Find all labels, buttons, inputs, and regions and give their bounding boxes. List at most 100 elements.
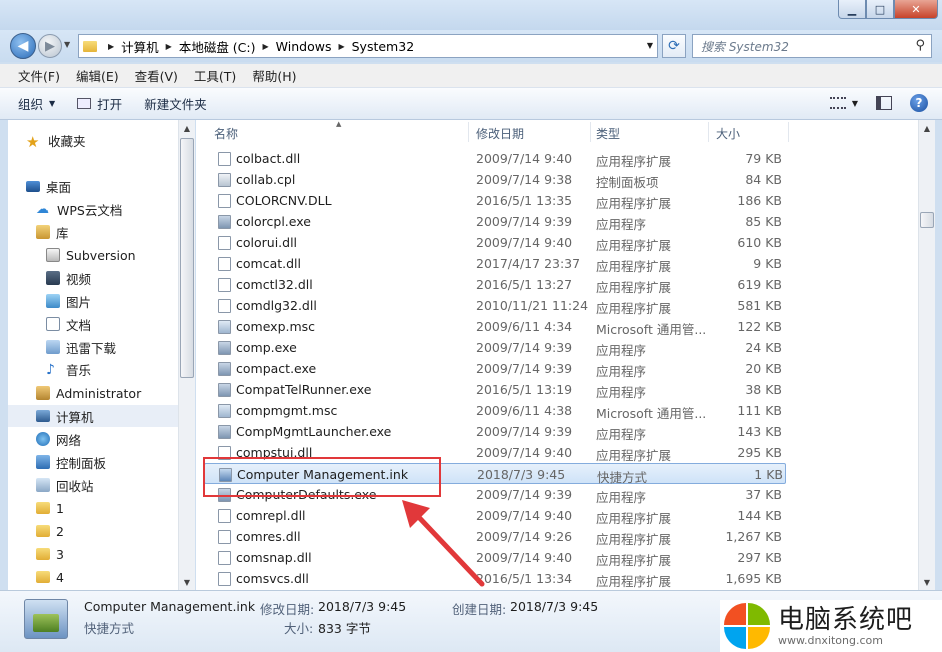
file-type: 应用程序 <box>596 427 647 442</box>
nav-item[interactable]: 图片 <box>8 290 91 312</box>
nav-item[interactable]: 网络 <box>8 428 81 450</box>
menu-item[interactable]: 编辑(E) <box>68 64 127 87</box>
scroll-up-icon[interactable]: ▲ <box>179 120 195 136</box>
nav-item[interactable]: 库 <box>8 221 69 243</box>
nav-item[interactable]: 控制面板 <box>8 451 106 473</box>
menu-item[interactable]: 工具(T) <box>186 64 244 87</box>
address-bar[interactable]: ▶ 计算机 ▶ 本地磁盘 (C:) ▶ Windows ▶ System32 ▼ <box>78 34 658 58</box>
breadcrumb-item[interactable]: System32 <box>352 39 415 54</box>
file-row[interactable]: collab.cpl 2009/7/14 9:38 控制面板项 84 KB <box>204 169 784 190</box>
column-divider[interactable] <box>468 122 469 142</box>
column-type[interactable]: 类型 <box>596 125 620 142</box>
nav-item[interactable]: ♪ 音乐 <box>8 358 91 380</box>
search-input[interactable]: 搜索 System32 ⚲ <box>692 34 932 58</box>
file-size: 297 KB <box>737 550 782 565</box>
breadcrumb: ▶ 计算机 ▶ 本地磁盘 (C:) ▶ Windows ▶ System32 <box>101 37 414 56</box>
file-size: 24 KB <box>745 340 782 355</box>
file-row[interactable]: comsvcs.dll 2016/5/1 13:34 应用程序扩展 1,695 KB <box>204 568 784 589</box>
file-row[interactable]: comdlg32.dll 2010/11/21 11:24 应用程序扩展 581 KB <box>204 295 784 316</box>
file-size: 1,695 KB <box>725 571 782 586</box>
file-size: 295 KB <box>737 445 782 460</box>
scrollbar-thumb[interactable] <box>920 212 934 228</box>
menu-item[interactable]: 查看(V) <box>127 64 186 87</box>
breadcrumb-item[interactable]: Windows <box>276 39 332 54</box>
new-folder-button[interactable]: 新建文件夹 <box>144 94 207 113</box>
refresh-button[interactable]: ⟳ <box>662 34 686 58</box>
file-row[interactable]: colbact.dll 2009/7/14 9:40 应用程序扩展 79 KB <box>204 148 784 169</box>
file-row[interactable]: comres.dll 2009/7/14 9:26 应用程序扩展 1,267 KB <box>204 526 784 547</box>
maximize-button[interactable]: □ <box>866 0 894 19</box>
file-row[interactable]: compact.exe 2009/7/14 9:39 应用程序 20 KB <box>204 358 784 379</box>
file-name: COLORCNV.DLL <box>236 193 332 208</box>
scrollbar-thumb[interactable] <box>180 138 194 378</box>
scroll-down-icon[interactable]: ▼ <box>919 574 935 590</box>
file-row[interactable]: comctl32.dll 2016/5/1 13:27 应用程序扩展 619 KB <box>204 274 784 295</box>
view-options-icon[interactable] <box>829 97 846 109</box>
nav-item[interactable]: 回收站 <box>8 474 94 496</box>
breadcrumb-item[interactable]: 本地磁盘 (C:) <box>179 37 256 56</box>
file-name: comsnap.dll <box>236 550 312 565</box>
file-type: 应用程序扩展 <box>596 154 672 169</box>
file-row[interactable]: comexp.msc 2009/6/11 4:34 Microsoft 通用管...… <box>204 316 784 337</box>
nav-item[interactable]: ☁ WPS云文档 <box>8 198 122 220</box>
preview-pane-icon[interactable] <box>876 96 892 110</box>
nav-item[interactable]: 计算机 <box>8 405 180 427</box>
nav-item[interactable]: 迅雷下载 <box>8 336 116 358</box>
nav-item[interactable]: 1 <box>8 497 64 519</box>
file-row[interactable]: comsnap.dll 2009/7/14 9:40 应用程序扩展 297 KB <box>204 547 784 568</box>
file-row[interactable]: CompMgmtLauncher.exe 2009/7/14 9:39 应用程序 14… <box>204 421 784 442</box>
nav-item[interactable]: 文档 <box>8 313 91 335</box>
file-size: 37 KB <box>745 487 782 502</box>
column-divider[interactable] <box>788 122 789 142</box>
organize-button[interactable]: 组织 ▼ <box>18 94 55 113</box>
breadcrumb-separator-icon[interactable]: ▶ <box>108 42 114 51</box>
help-icon[interactable]: ? <box>910 94 928 112</box>
forward-button[interactable]: ▶ <box>38 34 62 58</box>
scroll-up-icon[interactable]: ▲ <box>919 120 935 136</box>
file-list-scrollbar[interactable]: ▲ ▼ <box>918 120 935 590</box>
nav-item-label: Subversion <box>66 247 136 263</box>
nav-item[interactable]: 3 <box>8 543 64 565</box>
open-button[interactable]: 打开 <box>77 94 122 113</box>
column-divider[interactable] <box>590 122 591 142</box>
file-row[interactable]: comp.exe 2009/7/14 9:39 应用程序 24 KB <box>204 337 784 358</box>
menu-item[interactable]: 文件(F) <box>10 64 68 87</box>
nav-item[interactable]: 2 <box>8 520 64 542</box>
column-name[interactable]: 名称 <box>214 125 238 142</box>
close-button[interactable]: ✕ <box>894 0 938 19</box>
file-date: 2010/11/21 11:24 <box>476 298 589 313</box>
nav-item[interactable]: Administrator <box>8 382 141 404</box>
column-date[interactable]: 修改日期 <box>476 125 524 142</box>
search-icon[interactable]: ⚲ <box>915 38 925 53</box>
breadcrumb-separator-icon[interactable]: ▶ <box>166 42 172 51</box>
file-row[interactable]: CompatTelRunner.exe 2016/5/1 13:19 应用程序 38 … <box>204 379 784 400</box>
column-divider[interactable] <box>708 122 709 142</box>
navigation-scrollbar[interactable]: ▲ ▼ <box>178 120 195 590</box>
file-date: 2016/5/1 13:34 <box>476 571 573 586</box>
file-row[interactable]: COLORCNV.DLL 2016/5/1 13:35 应用程序扩展 186 KB <box>204 190 784 211</box>
minimize-button[interactable]: ▁ <box>838 0 866 19</box>
file-row[interactable]: colorcpl.exe 2009/7/14 9:39 应用程序 85 KB <box>204 211 784 232</box>
breadcrumb-separator-icon[interactable]: ▶ <box>263 42 269 51</box>
recent-pages-dropdown[interactable]: ▼ <box>64 40 70 49</box>
nav-item[interactable]: Subversion <box>8 244 136 266</box>
nav-item[interactable]: 视频 <box>8 267 91 289</box>
control-panel-icon <box>36 455 50 469</box>
folder-icon <box>36 502 50 514</box>
chevron-down-icon[interactable]: ▼ <box>647 41 653 50</box>
back-button[interactable]: ◀ <box>10 33 36 59</box>
file-size: 85 KB <box>745 214 782 229</box>
chevron-down-icon[interactable]: ▼ <box>852 99 858 108</box>
file-row[interactable]: compmgmt.msc 2009/6/11 4:38 Microsoft 通用管.… <box>204 400 784 421</box>
file-row[interactable]: comrepl.dll 2009/7/14 9:40 应用程序扩展 144 KB <box>204 505 784 526</box>
column-size[interactable]: 大小 <box>716 125 740 142</box>
nav-item[interactable]: ★ 收藏夹 <box>8 129 86 151</box>
file-row[interactable]: comcat.dll 2017/4/17 23:37 应用程序扩展 9 KB <box>204 253 784 274</box>
breadcrumb-separator-icon[interactable]: ▶ <box>338 42 344 51</box>
nav-item[interactable]: 4 <box>8 566 64 588</box>
nav-item[interactable]: 桌面 <box>8 175 71 197</box>
breadcrumb-item[interactable]: 计算机 <box>121 37 159 56</box>
file-row[interactable]: colorui.dll 2009/7/14 9:40 应用程序扩展 610 KB <box>204 232 784 253</box>
scroll-down-icon[interactable]: ▼ <box>179 574 195 590</box>
menu-item[interactable]: 帮助(H) <box>244 64 304 87</box>
